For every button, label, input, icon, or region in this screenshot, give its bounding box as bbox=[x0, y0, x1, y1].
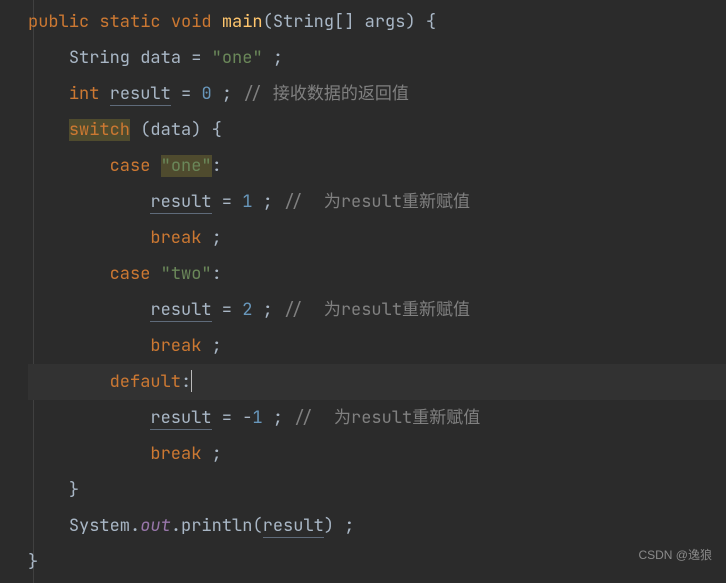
keyword-public: public bbox=[28, 11, 89, 33]
keyword-int: int bbox=[69, 83, 100, 105]
var-result: result bbox=[150, 407, 211, 430]
var-data: data bbox=[150, 119, 191, 141]
string-literal: "one" bbox=[212, 47, 263, 69]
code-line: break ; bbox=[28, 436, 726, 472]
code-line: public static void main(String[] args) { bbox=[28, 4, 726, 40]
var-result: result bbox=[110, 83, 171, 106]
comment: // 为result重新赋值 bbox=[293, 407, 480, 429]
keyword-case: case bbox=[110, 263, 151, 285]
param-args: String[] args bbox=[273, 11, 406, 33]
comment: // 为result重新赋值 bbox=[283, 299, 470, 321]
number-literal: 1 bbox=[242, 191, 252, 213]
code-line: case "one": bbox=[28, 148, 726, 184]
code-line: result = -1 ; // 为result重新赋值 bbox=[28, 400, 726, 436]
keyword-break: break bbox=[150, 443, 201, 465]
number-literal: 2 bbox=[242, 299, 252, 321]
code-line: switch (data) { bbox=[28, 112, 726, 148]
code-line: System.out.println(result) ; bbox=[28, 508, 726, 544]
code-line: } bbox=[28, 544, 726, 580]
string-literal: "one" bbox=[161, 155, 212, 177]
var-result: result bbox=[150, 191, 211, 214]
var-result: result bbox=[263, 515, 324, 538]
keyword-void: void bbox=[171, 11, 212, 33]
code-line: break ; bbox=[28, 220, 726, 256]
keyword-break: break bbox=[150, 335, 201, 357]
comment: // 接收数据的返回值 bbox=[242, 83, 409, 105]
comment: // 为result重新赋值 bbox=[283, 191, 470, 213]
number-literal: 1 bbox=[252, 407, 262, 429]
type-string: String bbox=[69, 47, 130, 69]
code-line: String data = "one" ; bbox=[28, 40, 726, 76]
keyword-default: default bbox=[110, 371, 181, 393]
class-system: System. bbox=[69, 515, 140, 537]
keyword-case: case bbox=[110, 155, 151, 177]
code-line: break ; bbox=[28, 328, 726, 364]
code-line: int result = 0 ; // 接收数据的返回值 bbox=[28, 76, 726, 112]
number-literal: 0 bbox=[201, 83, 211, 105]
keyword-switch: switch bbox=[69, 119, 130, 141]
var-data: data bbox=[140, 47, 181, 69]
code-line: result = 1 ; // 为result重新赋值 bbox=[28, 184, 726, 220]
code-editor[interactable]: public static void main(String[] args) {… bbox=[0, 0, 726, 580]
field-out: out bbox=[140, 515, 171, 537]
text-cursor bbox=[191, 370, 192, 392]
code-line: case "two": bbox=[28, 256, 726, 292]
watermark: CSDN @逸狼 bbox=[638, 537, 712, 573]
keyword-static: static bbox=[99, 11, 160, 33]
code-line-current: default: bbox=[28, 364, 726, 400]
method-main: main bbox=[222, 11, 263, 33]
keyword-break: break bbox=[150, 227, 201, 249]
var-result: result bbox=[150, 299, 211, 322]
string-literal: "two" bbox=[161, 263, 212, 285]
code-line: } bbox=[28, 472, 726, 508]
code-line: result = 2 ; // 为result重新赋值 bbox=[28, 292, 726, 328]
